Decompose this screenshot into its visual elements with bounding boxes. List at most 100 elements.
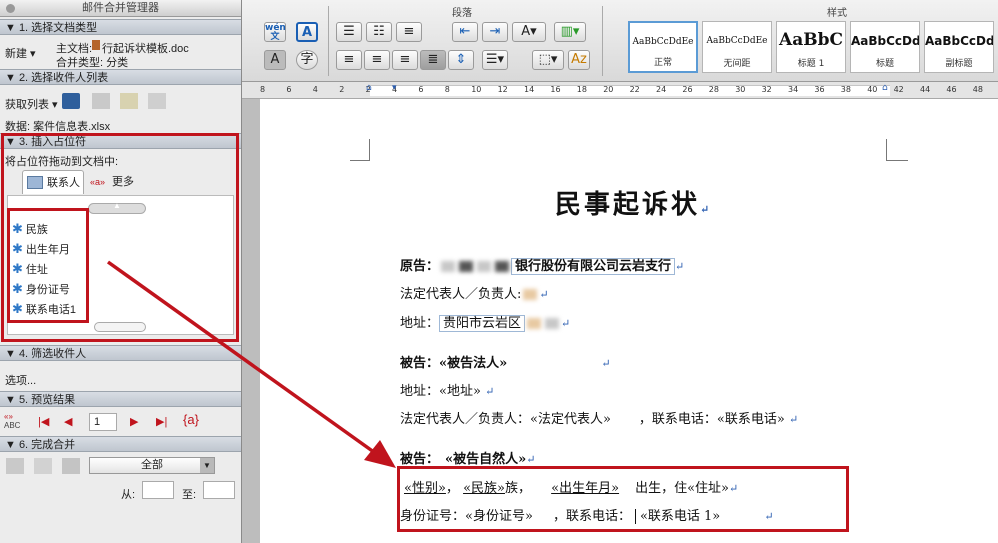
- decrease-indent-icon[interactable]: ⇤: [452, 22, 478, 42]
- ruler-number: 8: [260, 85, 266, 94]
- horizontal-ruler[interactable]: 8 6 4 2 2 4 6 8 10 12 14 16 18 20 22 24 26 28 30 32 34 36 38 40…: [242, 82, 998, 99]
- document-page[interactable]: 民事起诉状↵ 原告： 银行股份有限公司云岩支行 ↵ 法定代表人／负责人: ↵ 地址：贵…: [260, 99, 998, 543]
- increase-indent-icon[interactable]: ⇥: [482, 22, 508, 42]
- align-left-icon[interactable]: ≡: [336, 50, 362, 70]
- character-shading-icon[interactable]: A: [264, 50, 286, 70]
- close-icon[interactable]: [6, 4, 15, 13]
- merge-range-select[interactable]: 全部 ▼: [89, 457, 215, 474]
- field-code-toggle[interactable]: {a}: [183, 412, 199, 427]
- tab-marker[interactable]: ▾: [392, 83, 397, 93]
- style-subtitle[interactable]: AaBbCcDd 副标题: [924, 21, 994, 73]
- document-title: 民事起诉状↵: [555, 184, 712, 221]
- numbering-icon[interactable]: ☷: [366, 22, 392, 42]
- align-center-icon[interactable]: ≡: [364, 50, 390, 70]
- panel-title: 邮件合并管理器: [82, 2, 159, 14]
- style-name: 标题 1: [797, 59, 825, 69]
- indent-marker[interactable]: ⌂: [366, 83, 372, 93]
- distributed-icon[interactable]: ⇕: [448, 50, 474, 70]
- redacted: [441, 261, 456, 272]
- section-2-header[interactable]: ▼ 2. 选择收件人列表: [0, 69, 241, 85]
- style-title[interactable]: AaBbCcDd 标题: [850, 21, 920, 73]
- view-merged-data-button[interactable]: «» ABC: [4, 412, 20, 430]
- style-name: 正常: [653, 58, 672, 68]
- defendant1-rep: 法定代表人／负责人：«法定代表人»: [400, 412, 611, 427]
- borders-icon[interactable]: ▥▾: [554, 22, 586, 42]
- style-name: 无间距: [723, 59, 751, 69]
- character-border-icon[interactable]: A: [296, 22, 318, 42]
- new-menu[interactable]: 新建 ▾: [5, 45, 36, 61]
- merge-to-email-icon[interactable]: [62, 458, 80, 474]
- rep-line: 法定代表人／负责人: ↵: [400, 283, 549, 302]
- ruler-number: 38: [840, 85, 851, 94]
- ribbon-separator: [602, 6, 603, 76]
- defendant1-rep-line: 法定代表人／负责人：«法定代表人» ，联系电话：«联系电话» ↵: [400, 408, 798, 427]
- ruler-number: 26: [682, 85, 693, 94]
- get-list-menu[interactable]: 获取列表 ▾: [5, 96, 58, 112]
- ruler-number: 14: [524, 85, 535, 94]
- redacted: [459, 261, 474, 272]
- style-no-spacing[interactable]: AaBbCcDdEe 无间距: [702, 21, 772, 73]
- style-name: 标题: [875, 59, 894, 69]
- bullets-icon[interactable]: ☰: [336, 22, 362, 42]
- paragraph-mark: ↵: [601, 357, 611, 370]
- line-spacing-icon[interactable]: ☰▾: [482, 50, 508, 70]
- from-field[interactable]: [142, 481, 174, 499]
- ruler-number: 32: [761, 85, 772, 94]
- paragraph-mark: ↵: [539, 288, 549, 301]
- plaintiff-value: 银行股份有限公司云岩支行: [511, 258, 676, 275]
- ruler-number: 46: [946, 85, 957, 94]
- filter-icon[interactable]: [148, 93, 166, 109]
- ruler-number: 22: [629, 85, 640, 94]
- enclose-characters-icon[interactable]: 字: [296, 50, 318, 70]
- style-sample: AaBbCcDd: [925, 34, 993, 48]
- redacted: [523, 289, 538, 300]
- paragraph-mark: ↵: [700, 203, 713, 216]
- edit-list-icon[interactable]: [92, 93, 110, 109]
- rep-label: 法定代表人／负责人:: [400, 287, 522, 302]
- doc-icon: [92, 40, 100, 50]
- section-5-header[interactable]: ▼ 5. 预览结果: [0, 391, 241, 407]
- last-record-icon[interactable]: ▶|: [156, 415, 167, 428]
- address-book-icon[interactable]: [62, 93, 80, 109]
- to-label: 至:: [182, 489, 197, 501]
- sort-icon[interactable]: Az: [568, 50, 590, 70]
- plaintiff-label: 原告：: [400, 259, 440, 274]
- previous-record-icon[interactable]: ◀: [64, 415, 72, 428]
- style-sample: AaBbC: [779, 30, 843, 50]
- style-normal[interactable]: AaBbCcDdEe 正常: [628, 21, 698, 73]
- style-sample: AaBbCcDdEe: [706, 36, 768, 46]
- defendant2-label: 被告：: [400, 452, 440, 467]
- style-heading-1[interactable]: AaBbC 标题 1: [776, 21, 846, 73]
- edit-data-icon[interactable]: [120, 93, 138, 109]
- section-4-header[interactable]: ▼ 4. 筛选收件人: [0, 345, 241, 361]
- shading-icon[interactable]: ⬚▾: [532, 50, 564, 70]
- text-direction-icon[interactable]: A▾: [512, 22, 546, 42]
- highlight-box-fields: [7, 208, 89, 323]
- defendant2-field: «被告自然人»: [445, 452, 527, 467]
- next-record-icon[interactable]: ▶: [130, 415, 138, 428]
- panel-titlebar: 邮件合并管理器: [0, 0, 241, 17]
- first-record-icon[interactable]: |◀: [38, 415, 49, 428]
- merge-to-printer-icon[interactable]: [6, 458, 24, 474]
- plaintiff-line: 原告： 银行股份有限公司云岩支行 ↵: [400, 255, 684, 275]
- paragraph-group-title: 段落: [452, 8, 472, 19]
- phonetic-guide-icon[interactable]: wén 文: [264, 22, 286, 42]
- right-indent-marker[interactable]: ⌂: [882, 83, 888, 93]
- ruler-number: 2: [339, 85, 345, 94]
- address-label: 地址：: [400, 316, 440, 331]
- merge-to-document-icon[interactable]: [34, 458, 52, 474]
- record-number-field[interactable]: 1: [89, 413, 117, 431]
- to-field[interactable]: [203, 481, 235, 499]
- ruler-number: 20: [603, 85, 614, 94]
- multilevel-list-icon[interactable]: ≡: [396, 22, 422, 42]
- section-1-header[interactable]: ▼ 1. 选择文档类型: [0, 19, 241, 35]
- filter-options-button[interactable]: 选项...: [5, 372, 36, 388]
- ruler-number: 6: [418, 85, 424, 94]
- redacted: [527, 318, 542, 329]
- defendant1-field: «被告法人»: [439, 356, 508, 371]
- justify-icon[interactable]: ≣: [420, 50, 446, 70]
- align-right-icon[interactable]: ≡: [392, 50, 418, 70]
- section-6-header[interactable]: ▼ 6. 完成合并: [0, 436, 241, 452]
- ruler-number: 40: [867, 85, 878, 94]
- ruler-number: 28: [708, 85, 719, 94]
